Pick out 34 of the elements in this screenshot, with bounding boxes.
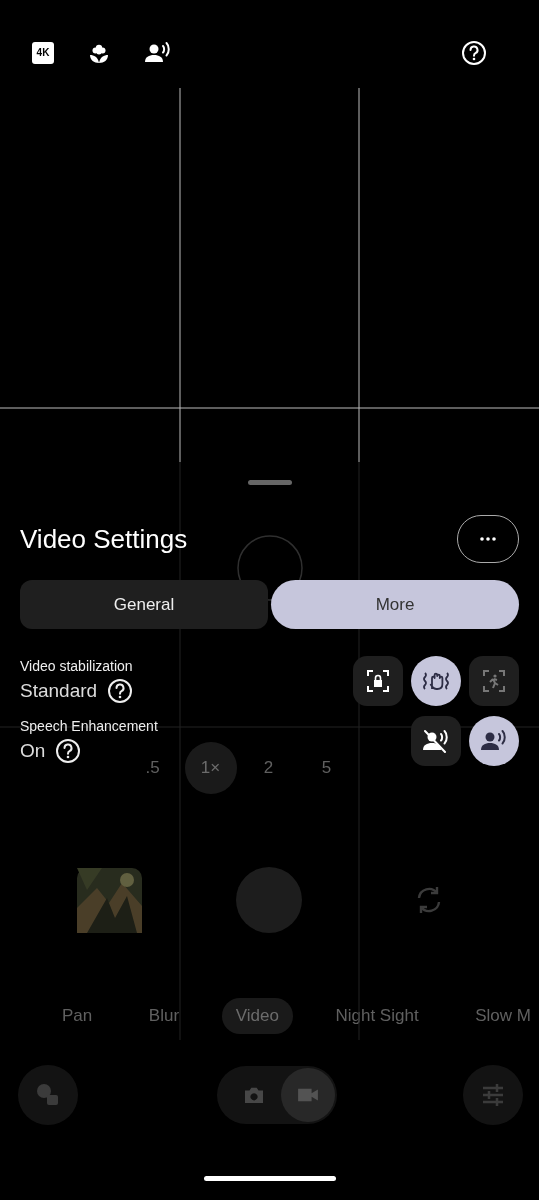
settings-sliders-button[interactable] <box>463 1065 523 1125</box>
speech-off-option-button[interactable] <box>411 716 461 766</box>
hand-waves-icon <box>422 669 450 693</box>
sheet-title: Video Settings <box>20 523 188 555</box>
mode-tab[interactable]: Slow M <box>461 998 539 1034</box>
mode-tab[interactable]: Pan <box>48 998 107 1034</box>
lock-option-button[interactable] <box>353 656 403 706</box>
person-speaking-icon <box>480 729 508 753</box>
camera-icon <box>242 1086 265 1104</box>
setting-value: On <box>20 740 46 762</box>
hand-option-button[interactable] <box>411 656 461 706</box>
person-speaking-icon[interactable] <box>144 40 172 65</box>
zoom-button[interactable]: 1× <box>184 742 237 794</box>
zoom-button[interactable]: 5 <box>300 742 353 794</box>
running-person-icon <box>482 669 506 693</box>
frame-lock-icon <box>366 669 390 693</box>
sheet-handle[interactable] <box>247 480 292 485</box>
resolution-badge[interactable]: 4K <box>32 41 54 64</box>
mode-tab[interactable]: Night Sight <box>321 998 433 1034</box>
video-camera-icon <box>295 1086 320 1104</box>
settings-tab[interactable]: More <box>271 580 519 629</box>
setting-label: Speech Enhancement <box>20 718 158 734</box>
help-icon[interactable] <box>107 678 134 704</box>
speech-option-button[interactable] <box>469 716 519 766</box>
zoom-button[interactable]: .5 <box>126 742 179 794</box>
more-icon <box>480 537 496 541</box>
setting-label: Video stabilization <box>20 658 134 674</box>
help-icon[interactable] <box>55 738 82 764</box>
mode-tab[interactable]: Blur <box>134 998 194 1034</box>
settings-tab[interactable]: General <box>20 580 268 629</box>
setting-value: Standard <box>20 680 98 702</box>
person-speaking-off-icon <box>422 729 450 753</box>
mode-tab[interactable]: Video <box>221 998 293 1034</box>
zoom-button[interactable]: 2 <box>242 742 295 794</box>
